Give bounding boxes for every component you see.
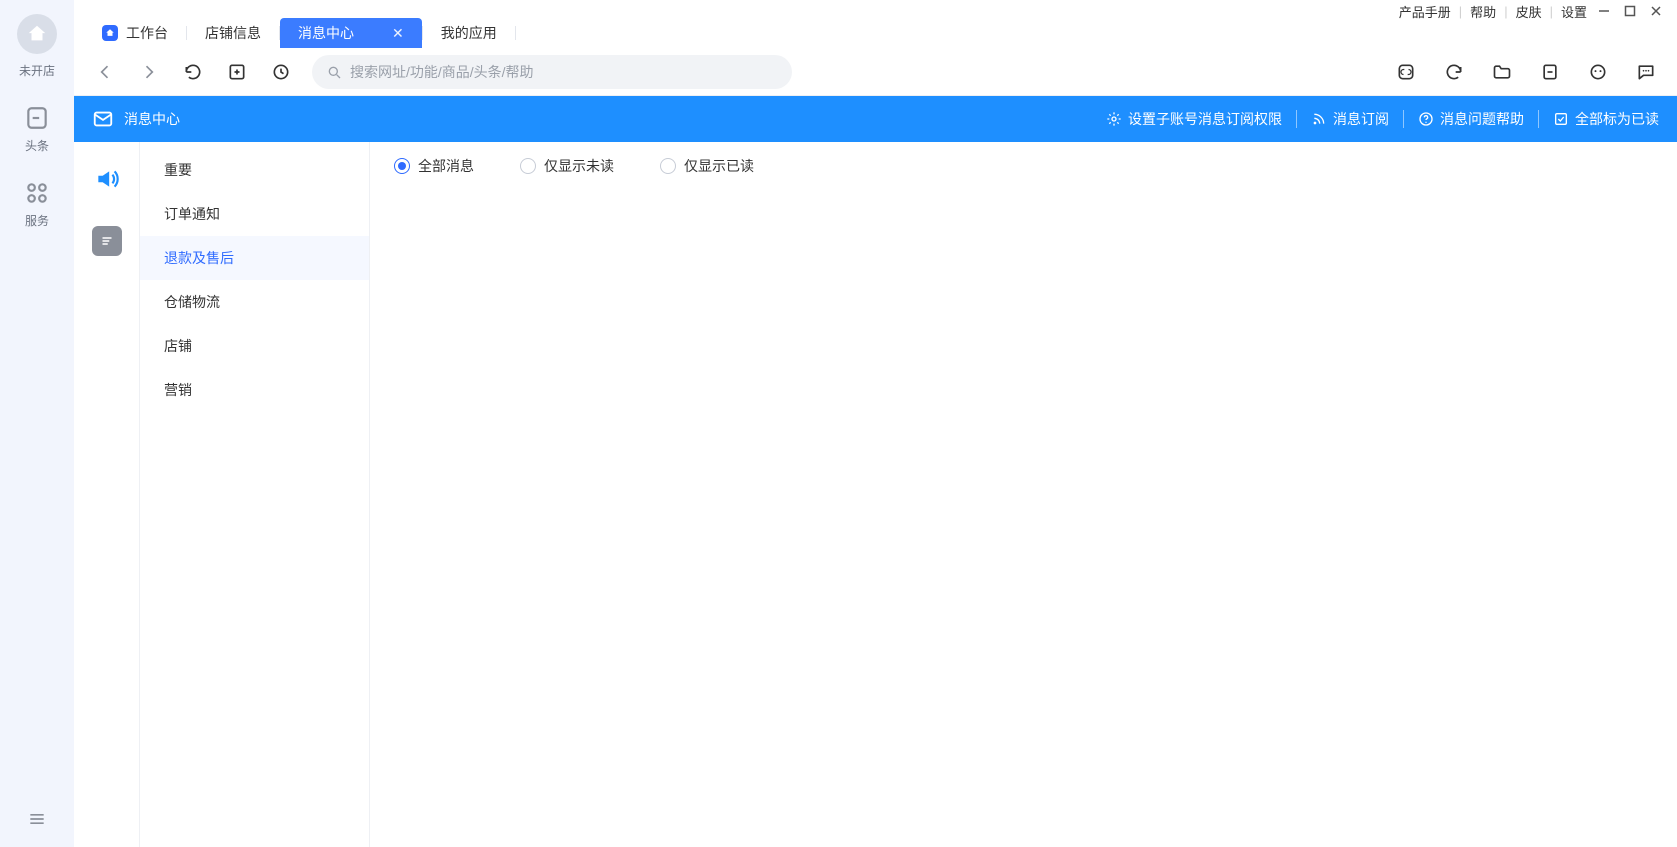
body: 重要 订单通知 退款及售后 仓储物流 店铺 营销 全部消息 仅显示未读 [74,142,1677,847]
category-column: 重要 订单通知 退款及售后 仓储物流 店铺 营销 [140,142,370,847]
radio-icon [660,158,676,174]
action-sub-account-perms[interactable]: 设置子账号消息订阅权限 [1106,109,1282,129]
action-subscribe[interactable]: 消息订阅 [1311,109,1389,129]
main-area: 产品手册| 帮助| 皮肤| 设置 工作台 店铺信息 消息中心 ✕ [74,0,1677,847]
page-header-bar: 消息中心 设置子账号消息订阅权限 消息订阅 消息问题帮助 [74,96,1677,142]
content-area: 全部消息 仅显示未读 仅显示已读 [370,142,1677,847]
left-rail: 未开店 头条 服务 [0,0,74,847]
radio-icon [520,158,536,174]
speaker-icon [94,166,120,192]
cat-shop[interactable]: 店铺 [140,324,369,368]
toolbar-right [1393,59,1659,85]
filter-label: 全部消息 [418,156,474,176]
tab-label: 工作台 [126,23,168,43]
tab-my-apps[interactable]: 我的应用 [423,18,515,48]
top-menu: 产品手册| 帮助| 皮肤| 设置 [74,0,1677,18]
home-silhouette-icon [26,23,48,45]
filter-all[interactable]: 全部消息 [394,156,474,176]
check-square-icon [1553,111,1569,127]
search-box[interactable] [312,55,792,89]
tab-message-center[interactable]: 消息中心 ✕ [280,18,422,48]
notes-icon [1540,62,1560,82]
mail-icon [92,108,114,130]
tabs-row: 工作台 店铺信息 消息中心 ✕ 我的应用 [74,18,1677,48]
mode-doc[interactable] [92,226,122,256]
cat-warehouse[interactable]: 仓储物流 [140,280,369,324]
nav-forward-button[interactable] [136,59,162,85]
home-icon [102,25,118,41]
chevron-right-icon [139,62,159,82]
chevron-left-icon [95,62,115,82]
shop-status-label: 未开店 [19,62,55,79]
action-label: 全部标为已读 [1575,109,1659,129]
apps-icon [24,180,50,206]
action-mark-all-read[interactable]: 全部标为已读 [1553,109,1659,129]
action-label: 消息订阅 [1333,109,1389,129]
refresh-button[interactable] [180,59,206,85]
avatar[interactable] [17,14,57,54]
robot-icon [1588,62,1608,82]
new-tab-button[interactable] [224,59,250,85]
tab-shop-info[interactable]: 店铺信息 [187,18,279,48]
filter-label: 仅显示未读 [544,156,614,176]
cat-refund-aftersale[interactable]: 退款及售后 [140,236,369,280]
radio-icon [394,158,410,174]
message-filters: 全部消息 仅显示未读 仅显示已读 [394,156,1653,176]
tab-workbench[interactable]: 工作台 [84,18,186,48]
mode-sound[interactable] [90,162,124,196]
chat-icon [1636,62,1656,82]
filter-read[interactable]: 仅显示已读 [660,156,754,176]
toolbar [74,48,1677,96]
robot-button[interactable] [1585,59,1611,85]
note-icon [24,105,50,131]
link-button[interactable] [1393,59,1419,85]
gear-icon [1106,111,1122,127]
rail-item-headlines[interactable]: 头条 [24,105,50,154]
folder-button[interactable] [1489,59,1515,85]
notes-button[interactable] [1537,59,1563,85]
search-icon [326,64,342,80]
tab-label: 店铺信息 [205,23,261,43]
link-icon [1396,62,1416,82]
rss-icon [1311,111,1327,127]
page-title-wrap: 消息中心 [92,108,180,130]
sync-button[interactable] [1441,59,1467,85]
search-input[interactable] [350,64,778,80]
rail-menu-button[interactable] [0,809,74,829]
action-help[interactable]: 消息问题帮助 [1418,109,1524,129]
plus-square-icon [227,62,247,82]
folder-icon [1492,62,1512,82]
cat-marketing[interactable]: 营销 [140,368,369,412]
rail-item-services[interactable]: 服务 [24,180,50,229]
action-label: 消息问题帮助 [1440,109,1524,129]
history-button[interactable] [268,59,294,85]
rail-label: 头条 [25,137,49,154]
filter-unread[interactable]: 仅显示未读 [520,156,614,176]
tab-label: 消息中心 [298,23,354,43]
clock-icon [271,62,291,82]
tab-close-icon[interactable]: ✕ [392,25,404,42]
hamburger-icon [27,809,47,829]
sync-icon [1444,62,1464,82]
doc-icon [98,232,116,250]
mode-column [74,142,140,847]
cat-important[interactable]: 重要 [140,148,369,192]
rail-label: 服务 [25,212,49,229]
filter-label: 仅显示已读 [684,156,754,176]
refresh-icon [183,62,203,82]
action-label: 设置子账号消息订阅权限 [1128,109,1282,129]
cat-order-notify[interactable]: 订单通知 [140,192,369,236]
chat-button[interactable] [1633,59,1659,85]
header-actions: 设置子账号消息订阅权限 消息订阅 消息问题帮助 全部标为已读 [1106,109,1659,129]
tab-label: 我的应用 [441,23,497,43]
help-icon [1418,111,1434,127]
page-title: 消息中心 [124,109,180,129]
nav-back-button[interactable] [92,59,118,85]
